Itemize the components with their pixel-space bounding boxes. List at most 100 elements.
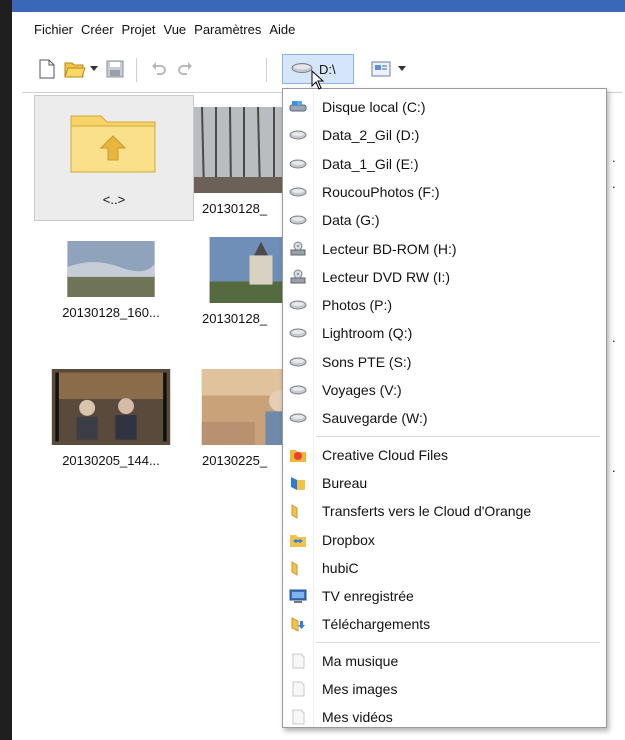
photo-thumbnail xyxy=(51,369,171,445)
dropdown-item[interactable]: Data (G:) xyxy=(283,206,606,234)
drive-icon xyxy=(289,382,307,398)
drive-icon xyxy=(289,156,307,172)
folder-icon xyxy=(289,560,307,576)
new-file-icon[interactable] xyxy=(36,58,58,80)
menu-parametres[interactable]: Paramètres xyxy=(194,22,261,40)
dropdown-item[interactable]: RoucouPhotos (F:) xyxy=(283,178,606,206)
desktop-folder-icon xyxy=(289,475,307,491)
dropdown-item[interactable]: Transferts vers le Cloud d'Orange xyxy=(283,497,606,525)
menu-separator xyxy=(316,641,600,643)
dropdown-item-label: Sons PTE (S:) xyxy=(322,353,412,370)
dropdown-item[interactable]: Téléchargements xyxy=(283,610,606,638)
optical-drive-icon xyxy=(289,269,307,285)
dropdown-item[interactable]: Mes images xyxy=(283,675,606,703)
library-icon xyxy=(289,681,307,697)
dropdown-arrow-icon[interactable] xyxy=(88,58,100,80)
dropdown-item-label: Data_2_Gil (D:) xyxy=(322,127,420,144)
dropdown-item-label: Data (G:) xyxy=(322,212,380,229)
thumbnail-item[interactable]: 20130128_160... xyxy=(44,241,178,320)
menu-separator xyxy=(316,435,600,437)
menu-bar: Fichier Créer Projet Vue Paramètres Aide xyxy=(34,22,295,40)
dropdown-item-label: Mes images xyxy=(322,681,398,697)
dropdown-item[interactable]: TV enregistrée xyxy=(283,582,606,610)
drive-icon xyxy=(291,62,313,77)
dropdown-item-label: Mes vidéos xyxy=(322,709,393,726)
toolbar-separator xyxy=(136,58,137,82)
dropdown-item-label: Lightroom (Q:) xyxy=(322,325,413,342)
dropdown-item-label: Creative Cloud Files xyxy=(322,446,449,463)
dropdown-item-label: Photos (P:) xyxy=(322,297,393,314)
dropdown-item[interactable]: Dropbox xyxy=(283,526,606,554)
drive-icon xyxy=(289,354,307,370)
thumbnail-caption: 20130128_ xyxy=(202,201,268,216)
dropdown-item[interactable]: Disque local (C:) xyxy=(283,93,606,121)
dropdown-item[interactable]: Sons PTE (S:) xyxy=(283,348,606,376)
drive-icon xyxy=(289,127,307,143)
drive-icon xyxy=(289,212,307,228)
undo-icon[interactable] xyxy=(148,58,170,80)
thumbnail-caption: 20130225_ xyxy=(202,453,268,468)
dropdown-item[interactable]: Data_1_Gil (E:) xyxy=(283,150,606,178)
save-icon[interactable] xyxy=(104,58,126,80)
obscured-caption-fragment: . xyxy=(612,460,616,475)
thumbnail-item[interactable]: 20130205_144... xyxy=(44,369,178,468)
parent-folder-tile[interactable]: <..> xyxy=(34,95,194,221)
dropdown-item[interactable]: Sauvegarde (W:) xyxy=(283,404,606,432)
dropdown-item[interactable]: Voyages (V:) xyxy=(283,376,606,404)
dropbox-folder-icon xyxy=(289,532,307,548)
dropdown-item-label: Lecteur BD-ROM (H:) xyxy=(322,240,457,257)
obscured-caption-fragment: . xyxy=(612,150,616,165)
library-icon xyxy=(289,709,307,725)
dropdown-item-label: Data_1_Gil (E:) xyxy=(322,155,419,172)
dropdown-item[interactable]: Mes vidéos xyxy=(283,703,606,731)
dropdown-item-label: TV enregistrée xyxy=(322,588,414,605)
dropdown-item[interactable]: Bureau xyxy=(283,469,606,497)
drive-icon xyxy=(289,410,307,426)
app-window: Fichier Créer Projet Vue Paramètres Aide xyxy=(0,0,625,740)
folder-icon xyxy=(289,503,307,520)
dropdown-item[interactable]: Creative Cloud Files xyxy=(283,441,606,469)
dropdown-item-label: Dropbox xyxy=(322,531,375,548)
dropdown-item-label: hubiC xyxy=(322,559,359,576)
dropdown-item-label: Lecteur DVD RW (I:) xyxy=(322,268,451,285)
optical-drive-icon xyxy=(289,241,307,257)
drive-icon xyxy=(289,184,307,200)
menu-vue[interactable]: Vue xyxy=(164,22,187,40)
drive-icon xyxy=(289,325,307,341)
window-title-bar xyxy=(12,0,625,12)
dropdown-item[interactable]: Photos (P:) xyxy=(283,291,606,319)
downloads-folder-icon xyxy=(289,616,307,633)
system-drive-icon xyxy=(289,99,307,115)
obscured-caption-fragment: . xyxy=(612,330,616,345)
view-icon[interactable] xyxy=(370,58,392,80)
dropdown-item-label: Téléchargements xyxy=(322,616,431,633)
thumbnail-caption: 20130128_160... xyxy=(62,305,160,320)
dropdown-item[interactable]: Lecteur BD-ROM (H:) xyxy=(283,235,606,263)
thumbnail-caption: 20130128_ xyxy=(202,311,268,326)
tv-icon xyxy=(289,588,307,604)
dropdown-item-label: Disque local (C:) xyxy=(322,99,426,115)
menu-aide[interactable]: Aide xyxy=(269,22,295,40)
drive-icon xyxy=(289,297,307,313)
dropdown-item[interactable]: hubiC xyxy=(283,554,606,582)
dropdown-item-label: RoucouPhotos (F:) xyxy=(322,183,440,200)
thumbnail-caption: 20130205_144... xyxy=(62,453,160,468)
drive-dropdown-menu: Disque local (C:) Data_2_Gil (D:) Data_1_G… xyxy=(282,88,607,728)
parent-folder-icon xyxy=(69,108,157,177)
dropdown-item[interactable]: Ma musique xyxy=(283,647,606,675)
obscured-caption-fragment: . xyxy=(612,176,616,191)
dropdown-item[interactable]: Data_2_Gil (D:) xyxy=(283,121,606,149)
menu-projet[interactable]: Projet xyxy=(122,22,156,40)
menu-fichier[interactable]: Fichier xyxy=(34,22,73,40)
redo-icon[interactable] xyxy=(174,58,196,80)
menu-creer[interactable]: Créer xyxy=(81,22,114,40)
creative-cloud-icon xyxy=(289,447,307,463)
open-folder-icon[interactable] xyxy=(64,58,86,80)
toolbar-separator xyxy=(266,58,267,82)
dropdown-item[interactable]: Lecteur DVD RW (I:) xyxy=(283,263,606,291)
dropdown-item[interactable]: Lightroom (Q:) xyxy=(283,319,606,347)
photo-thumbnail xyxy=(67,241,155,297)
window-left-border xyxy=(0,0,12,740)
view-dropdown-arrow-icon[interactable] xyxy=(396,58,408,80)
dropdown-item-label: Sauvegarde (W:) xyxy=(322,410,428,427)
